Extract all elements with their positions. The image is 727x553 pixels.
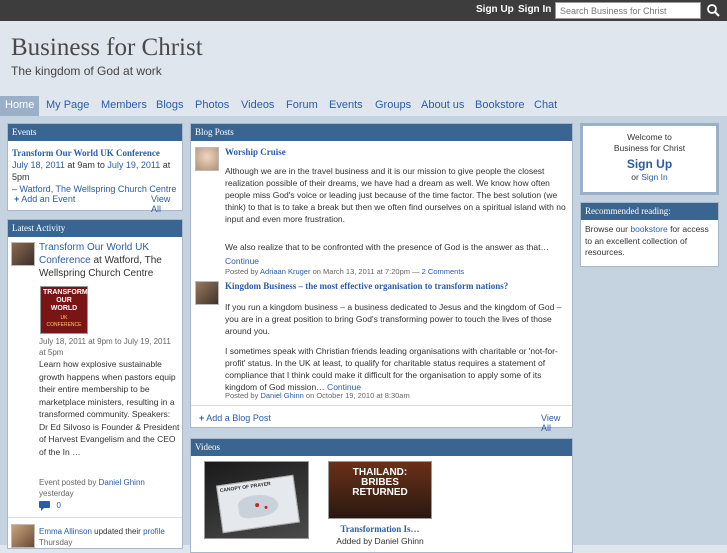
events-box: Events Transform Our World UK Conference… xyxy=(7,123,183,214)
recommended-reading-box: Recommended reading: Browse our bookstor… xyxy=(580,202,719,267)
activity-description: Learn how explosive sustainable growth h… xyxy=(39,359,180,457)
events-heading: Events xyxy=(8,124,182,141)
welcome-box: Welcome to Business for Christ Sign Up o… xyxy=(580,123,719,195)
activity-profile-link[interactable]: profile xyxy=(143,527,165,536)
sign-up-link[interactable]: Sign Up xyxy=(476,4,514,15)
event-start-date[interactable]: July 18, 2011 xyxy=(12,160,65,170)
nav-members[interactable]: Members xyxy=(101,96,147,116)
nav-about-us[interactable]: About us xyxy=(421,96,464,116)
event-poster-image[interactable]: TRANSFORM OUR WORLD UK CONFERENCE xyxy=(40,286,88,334)
post-meta: Posted by xyxy=(225,391,261,400)
avatar[interactable] xyxy=(11,524,35,548)
event-title[interactable]: Transform Our World UK Conference xyxy=(12,148,160,158)
post-meta: on March 13, 2011 at 7:20pm — xyxy=(310,267,422,276)
blog-post-excerpt: We also realize that to be confronted wi… xyxy=(225,242,549,252)
activity-dates: July 18, 2011 at 9pm to July 19, 2011 at… xyxy=(39,337,171,357)
top-bar: Sign Up Sign In Search Business for Chri… xyxy=(0,0,727,21)
site-header: Business for Christ The kingdom of God a… xyxy=(0,21,727,96)
site-tagline: The kingdom of God at work xyxy=(11,64,162,78)
sign-in-link[interactable]: Sign In xyxy=(518,4,551,15)
comment-button[interactable]: 0 xyxy=(39,501,61,513)
blog-posts-box: Blog Posts Worship Cruise Although we ar… xyxy=(190,123,573,433)
event-end-date[interactable]: July 19, 2011 xyxy=(107,160,160,170)
avatar[interactable] xyxy=(195,147,219,171)
video-thumb-text: CANOPY OF PRAYER xyxy=(219,481,272,495)
comment-icon xyxy=(39,501,50,511)
activity-user-link[interactable]: Emma Allinson xyxy=(39,527,92,536)
divider xyxy=(191,405,572,406)
nav-bookstore[interactable]: Bookstore xyxy=(475,96,525,116)
event-start-time: at 9am to xyxy=(64,160,108,170)
videos-heading: Videos xyxy=(191,439,572,456)
welcome-or: or xyxy=(631,172,642,182)
recommended-reading-heading: Recommended reading: xyxy=(581,203,718,220)
video-thumbnail[interactable]: THAILAND: BRIBES RETURNED xyxy=(328,461,432,519)
blog-post-excerpt: If you run a kingdom business – a busine… xyxy=(225,302,562,336)
video-thumb-text: RETURNED xyxy=(352,487,408,498)
video-title[interactable]: Transformation Is… xyxy=(328,524,432,534)
post-meta: on October 19, 2010 at 8:30am xyxy=(303,391,410,400)
activity-time: Thursday xyxy=(39,538,73,547)
video-thumbnail[interactable]: CANOPY OF PRAYER xyxy=(204,461,309,539)
activity-poster-link[interactable]: Daniel Ghinn xyxy=(99,478,145,487)
activity-action: updated their xyxy=(91,527,144,536)
poster-line: TRANSFORM xyxy=(43,289,88,296)
add-event-label: Add an Event xyxy=(21,194,76,204)
videos-box: Videos CANOPY OF PRAYER THAILAND: BRIBES… xyxy=(190,438,573,553)
add-event-button[interactable]: + Add an Event xyxy=(14,194,75,204)
site-title[interactable]: Business for Christ xyxy=(11,34,203,62)
divider xyxy=(8,517,182,518)
continue-link[interactable]: Continue xyxy=(225,256,259,266)
welcome-sign-in-link[interactable]: Sign In xyxy=(641,172,667,182)
event-location[interactable]: Watford, The Wellspring Church Centre xyxy=(20,184,177,194)
add-blog-post-button[interactable]: + Add a Blog Post xyxy=(199,413,271,423)
events-view-all[interactable]: View All xyxy=(151,194,182,214)
latest-activity-box: Latest Activity Transform Our World UK C… xyxy=(7,219,183,549)
blog-post-title[interactable]: Worship Cruise xyxy=(225,147,286,157)
poster-line: OUR WORLD xyxy=(50,297,78,312)
plus-icon: + xyxy=(199,413,205,423)
post-meta: Posted by xyxy=(225,267,261,276)
latest-activity-heading: Latest Activity xyxy=(8,220,182,237)
plus-icon: + xyxy=(14,194,20,204)
nav-events[interactable]: Events xyxy=(329,96,363,116)
nav-chat[interactable]: Chat xyxy=(534,96,557,116)
blog-posts-heading: Blog Posts xyxy=(191,124,572,141)
blog-post-excerpt: Although we are in the travel business a… xyxy=(225,166,566,224)
nav-forum[interactable]: Forum xyxy=(286,96,318,116)
main-nav: Home My Page Members Blogs Photos Videos… xyxy=(0,96,727,116)
poster-line: UK CONFERENCE xyxy=(46,315,82,328)
post-author-link[interactable]: Daniel Ghinn xyxy=(260,391,303,400)
blog-post-title[interactable]: Kingdom Business – the most effective or… xyxy=(225,281,508,291)
avatar[interactable] xyxy=(195,281,219,305)
event-dash: – xyxy=(12,184,20,194)
activity-posted-by: Event posted by xyxy=(39,478,99,487)
search-input[interactable]: Search Business for Christ xyxy=(555,2,701,19)
search-icon[interactable] xyxy=(705,2,722,19)
nav-groups[interactable]: Groups xyxy=(375,96,411,116)
blog-post-excerpt: I sometimes speak with Christian friends… xyxy=(225,346,558,392)
comment-count: 0 xyxy=(56,501,61,510)
add-blog-post-label: Add a Blog Post xyxy=(206,413,271,423)
post-author-link[interactable]: Adriaan Kruger xyxy=(260,267,310,276)
avatar[interactable] xyxy=(11,242,35,266)
welcome-text: Welcome to xyxy=(627,132,672,142)
welcome-site-name: Business for Christ xyxy=(613,143,686,153)
nav-videos[interactable]: Videos xyxy=(241,96,274,116)
welcome-sign-up-link[interactable]: Sign Up xyxy=(583,157,716,171)
nav-home[interactable]: Home xyxy=(0,96,40,116)
nav-photos[interactable]: Photos xyxy=(195,96,229,116)
nav-my-page[interactable]: My Page xyxy=(46,96,89,116)
blog-view-all[interactable]: View All xyxy=(541,413,572,433)
post-comments-link[interactable]: 2 Comments xyxy=(422,267,465,276)
nav-blogs[interactable]: Blogs xyxy=(156,96,184,116)
reading-text: Browse our xyxy=(585,224,631,234)
activity-time: yesterday xyxy=(39,489,74,498)
bookstore-link[interactable]: bookstore xyxy=(630,224,667,234)
